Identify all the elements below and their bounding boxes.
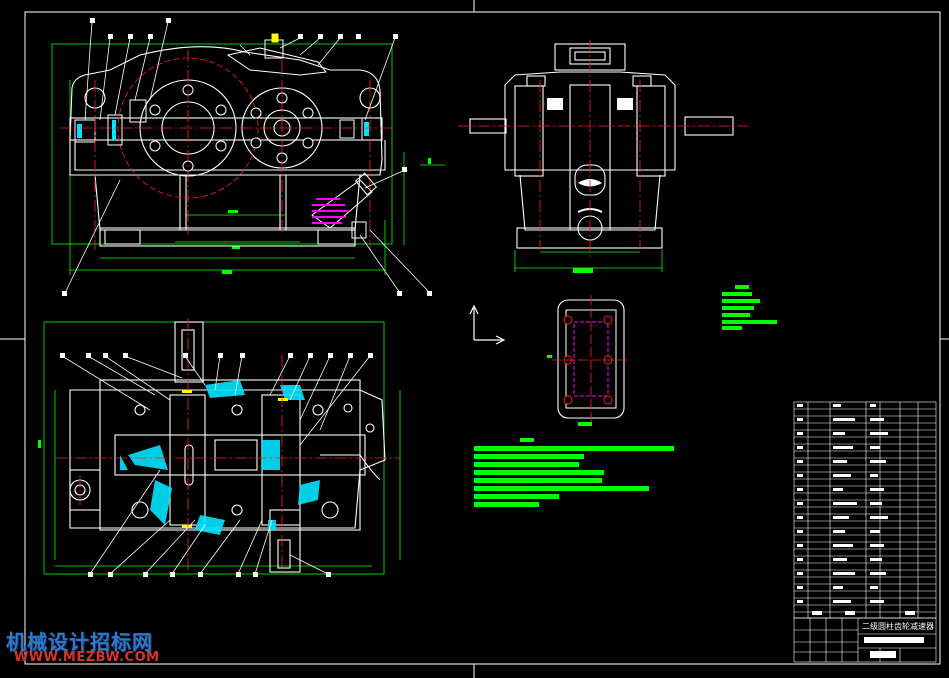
front-view-dim-label xyxy=(222,270,232,274)
watermark-url: WWW.MEZBW.COM xyxy=(14,650,160,665)
drawing-title: 二级圆柱齿轮减速器 xyxy=(862,622,934,631)
cad-drawing xyxy=(0,0,949,678)
